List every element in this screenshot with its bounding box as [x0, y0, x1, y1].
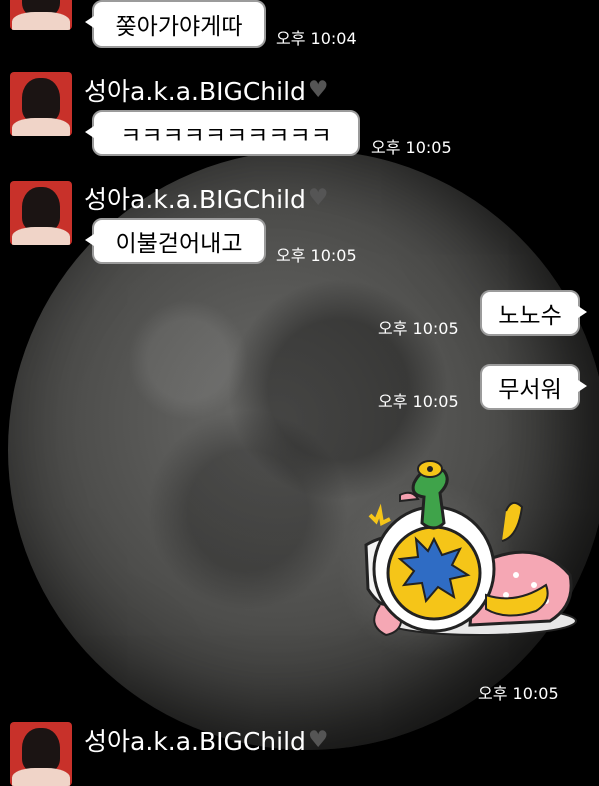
message-text: 무서워: [498, 377, 562, 403]
message-bubble[interactable]: ㅋㅋㅋㅋㅋㅋㅋㅋㅋㅋ: [85, 110, 360, 156]
black-heart-icon: ♥: [307, 726, 329, 753]
message-time: 오후 10:04: [276, 29, 357, 48]
message-time: 오후 10:05: [378, 392, 459, 411]
message-time: 오후 10:05: [478, 684, 559, 703]
message-bubble[interactable]: 이불걷어내고: [85, 218, 266, 264]
message-text: 이불걷어내고: [115, 231, 243, 257]
black-heart-icon: ♥: [307, 76, 329, 103]
avatar[interactable]: [10, 72, 72, 136]
sender-name: 성아a.k.a.BIGChild ♥: [84, 726, 329, 756]
avatar[interactable]: [10, 722, 72, 786]
message-bubble[interactable]: 무서워: [480, 364, 587, 410]
message-text: 쫒아가야게따: [115, 14, 243, 40]
duck-in-cup-sticker[interactable]: [356, 455, 578, 647]
message-time: 오후 10:05: [371, 138, 452, 157]
avatar[interactable]: [10, 181, 72, 245]
message-bubble[interactable]: 노노수: [480, 290, 587, 336]
message-text: ㅋㅋㅋㅋㅋㅋㅋㅋㅋㅋ: [120, 123, 332, 149]
sender-name: 성아a.k.a.BIGChild ♥: [84, 76, 329, 106]
message-time: 오후 10:05: [378, 319, 459, 338]
black-heart-icon: ♥: [307, 184, 329, 211]
avatar[interactable]: [10, 0, 72, 30]
message-time: 오후 10:05: [276, 246, 357, 265]
message-bubble[interactable]: 쫒아가야게따: [85, 0, 266, 48]
sender-name: 성아a.k.a.BIGChild ♥: [84, 184, 329, 214]
message-text: 노노수: [498, 303, 562, 329]
